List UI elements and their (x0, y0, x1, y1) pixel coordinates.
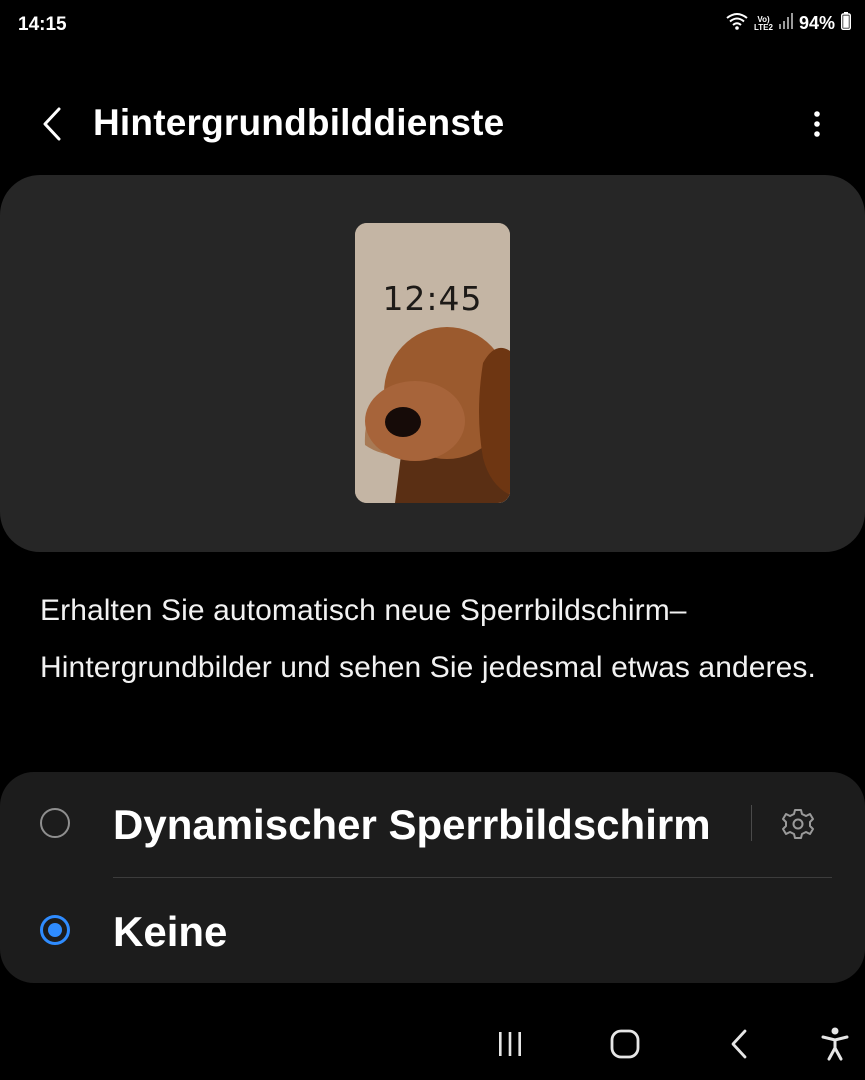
dynamic-lockscreen-settings-button[interactable] (780, 806, 816, 842)
more-options-button[interactable] (805, 106, 829, 142)
back-icon (731, 1029, 747, 1059)
battery-icon (841, 12, 851, 35)
vertical-divider (751, 805, 752, 841)
home-icon (610, 1029, 640, 1059)
lockscreen-preview: 12:45 (355, 223, 510, 503)
radio-selected-dot (48, 923, 62, 937)
option-divider (113, 877, 832, 878)
options-card: Dynamischer Sperrbildschirm Keine (0, 772, 865, 983)
navigation-bar (0, 1010, 865, 1080)
option-none[interactable]: Keine (0, 879, 865, 983)
option-label-dynamic-lockscreen: Dynamischer Sperrbildschirm (113, 801, 711, 848)
status-bar: 14:15 Vo) LTE2 94% (0, 0, 865, 52)
wallpaper-preview-card: 12:45 (0, 175, 865, 552)
recents-icon (499, 1032, 521, 1056)
chevron-left-icon (43, 107, 61, 141)
page-title: Hintergrundbilddienste (93, 102, 505, 143)
description-text: Erhalten Sie automatisch neue Sperrbilds… (40, 594, 816, 684)
wifi-icon (726, 12, 748, 35)
battery-percent: 94% (798, 13, 835, 33)
radio-dynamic-lockscreen[interactable] (40, 808, 70, 838)
volte-lte-icon: Vo) LTE2 (754, 14, 773, 32)
option-label-none: Keine (113, 908, 228, 955)
radio-none[interactable] (40, 915, 70, 945)
home-button[interactable] (605, 1024, 645, 1064)
status-icons: Vo) LTE2 94% (726, 12, 851, 35)
accessibility-icon (821, 1027, 849, 1061)
preview-clock: 12:45 (382, 279, 483, 318)
recents-button[interactable] (490, 1024, 530, 1064)
accessibility-button[interactable] (815, 1024, 855, 1064)
nav-back-button[interactable] (719, 1024, 759, 1064)
app-header: Hintergrundbilddienste (0, 88, 865, 160)
option-dynamic-lockscreen[interactable]: Dynamischer Sperrbildschirm (0, 772, 865, 876)
back-button[interactable] (34, 104, 70, 144)
dog-wallpaper-image (355, 223, 510, 503)
more-vertical-icon (814, 111, 820, 137)
gear-icon (782, 809, 814, 839)
signal-icon (778, 13, 793, 34)
status-time: 14:15 (18, 14, 67, 35)
